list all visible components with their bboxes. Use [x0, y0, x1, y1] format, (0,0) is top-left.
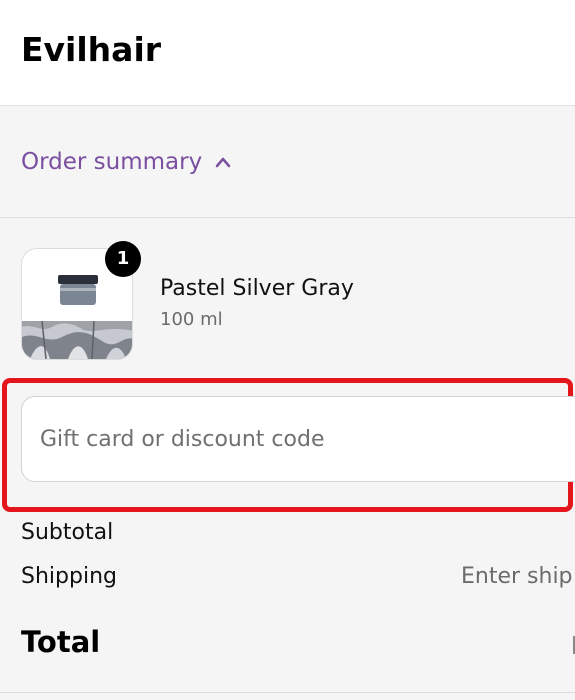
total-label: Total [21, 625, 101, 659]
shipping-label: Shipping [21, 564, 117, 589]
store-header: Evilhair [0, 0, 575, 106]
hair-sample-image [22, 321, 132, 359]
product-jar-image [58, 275, 98, 305]
quantity-badge: 1 [105, 241, 141, 277]
product-title: Pastel Silver Gray [160, 276, 354, 301]
order-summary-panel: Order summary 1 Pastel Silver Gray 100 m… [0, 106, 575, 700]
chevron-up-icon [215, 157, 231, 168]
discount-code-input[interactable] [21, 396, 575, 482]
store-name[interactable]: Evilhair [21, 30, 161, 70]
shipping-value: Enter ship [461, 564, 573, 589]
divider [0, 692, 575, 693]
line-item: 1 Pastel Silver Gray 100 ml [0, 218, 575, 368]
checkout-page: Evilhair Order summary 1 Pastel Silver G… [0, 0, 575, 700]
order-summary-label: Order summary [21, 149, 203, 175]
order-summary-toggle[interactable]: Order summary [0, 106, 575, 218]
subtotal-label: Subtotal [21, 520, 114, 545]
product-variant: 100 ml [160, 309, 223, 330]
